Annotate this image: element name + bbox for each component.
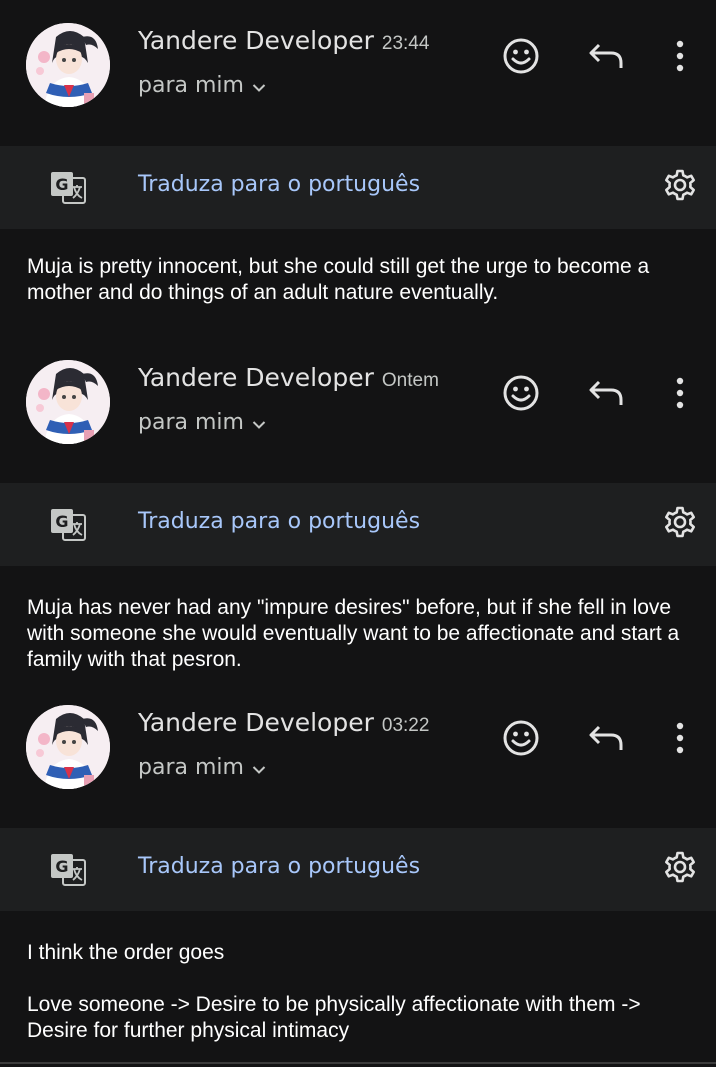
sender-line: Yandere Developer 23:44: [138, 26, 429, 55]
message-body: Muja is pretty innocent, but she could s…: [27, 255, 656, 304]
recipient-details-toggle[interactable]: para mim: [138, 755, 266, 781]
message-time: Ontem: [381, 370, 439, 391]
svg-text:G: G: [55, 512, 68, 531]
message-time: 23:44: [381, 33, 430, 54]
more-options-button[interactable]: [656, 34, 704, 82]
more-vertical-icon: [675, 722, 685, 759]
sender-avatar[interactable]: [26, 705, 110, 789]
recipient-details-toggle[interactable]: para mim: [138, 410, 266, 436]
message-body: I think the order goes Love someone -> D…: [27, 941, 641, 1042]
message-body: Muja has never had any "impure desires" …: [27, 596, 686, 671]
chevron-down-icon: [252, 74, 266, 99]
translate-settings-button[interactable]: [656, 163, 704, 211]
message-header[interactable]: Yandere Developer 03:22 para mim: [0, 681, 716, 811]
svg-text:G: G: [55, 857, 68, 876]
google-translate-icon: G: [48, 850, 88, 890]
add-reaction-button[interactable]: [497, 716, 545, 764]
chevron-down-icon: [252, 756, 266, 781]
add-reaction-button[interactable]: [497, 371, 545, 419]
translate-link[interactable]: Traduza para o português: [138, 509, 420, 534]
google-translate-icon: G: [48, 505, 88, 545]
sender-avatar[interactable]: [26, 360, 110, 444]
sender-name: Yandere Developer: [138, 708, 374, 737]
message-header[interactable]: Yandere Developer 23:44 para mim: [0, 0, 716, 130]
translate-bar: G Traduza para o português: [0, 146, 716, 229]
email-thread: Yandere Developer 23:44 para mim G Tradu…: [0, 0, 716, 1067]
translate-bar: G Traduza para o português: [0, 483, 716, 566]
more-vertical-icon: [675, 40, 685, 77]
translate-settings-button[interactable]: [656, 845, 704, 893]
svg-text:G: G: [55, 175, 68, 194]
reply-button[interactable]: [582, 716, 630, 764]
emoji-icon: [502, 719, 540, 762]
sender-line: Yandere Developer Ontem: [138, 363, 439, 392]
more-vertical-icon: [675, 377, 685, 414]
message-time: 03:22: [381, 715, 430, 736]
add-reaction-button[interactable]: [497, 34, 545, 82]
translate-link[interactable]: Traduza para o português: [138, 172, 420, 197]
sender-name: Yandere Developer: [138, 363, 374, 392]
translate-link[interactable]: Traduza para o português: [138, 854, 420, 879]
recipient-details-toggle[interactable]: para mim: [138, 73, 266, 99]
divider: [0, 1062, 716, 1064]
recipient-label: para mim: [138, 410, 244, 435]
more-options-button[interactable]: [656, 371, 704, 419]
gear-icon: [662, 504, 698, 545]
more-options-button[interactable]: [656, 716, 704, 764]
gear-icon: [662, 167, 698, 208]
gear-icon: [662, 849, 698, 890]
emoji-icon: [502, 37, 540, 80]
reply-button[interactable]: [582, 34, 630, 82]
reply-icon: [587, 41, 625, 76]
message-header[interactable]: Yandere Developer Ontem para mim: [0, 337, 716, 467]
sender-line: Yandere Developer 03:22: [138, 708, 429, 737]
reply-icon: [587, 723, 625, 758]
recipient-label: para mim: [138, 73, 244, 98]
recipient-label: para mim: [138, 755, 244, 780]
translate-bar: G Traduza para o português: [0, 828, 716, 911]
translate-settings-button[interactable]: [656, 500, 704, 548]
sender-avatar[interactable]: [26, 23, 110, 107]
sender-name: Yandere Developer: [138, 26, 374, 55]
reply-icon: [587, 378, 625, 413]
chevron-down-icon: [252, 411, 266, 436]
emoji-icon: [502, 374, 540, 417]
google-translate-icon: G: [48, 168, 88, 208]
reply-button[interactable]: [582, 371, 630, 419]
